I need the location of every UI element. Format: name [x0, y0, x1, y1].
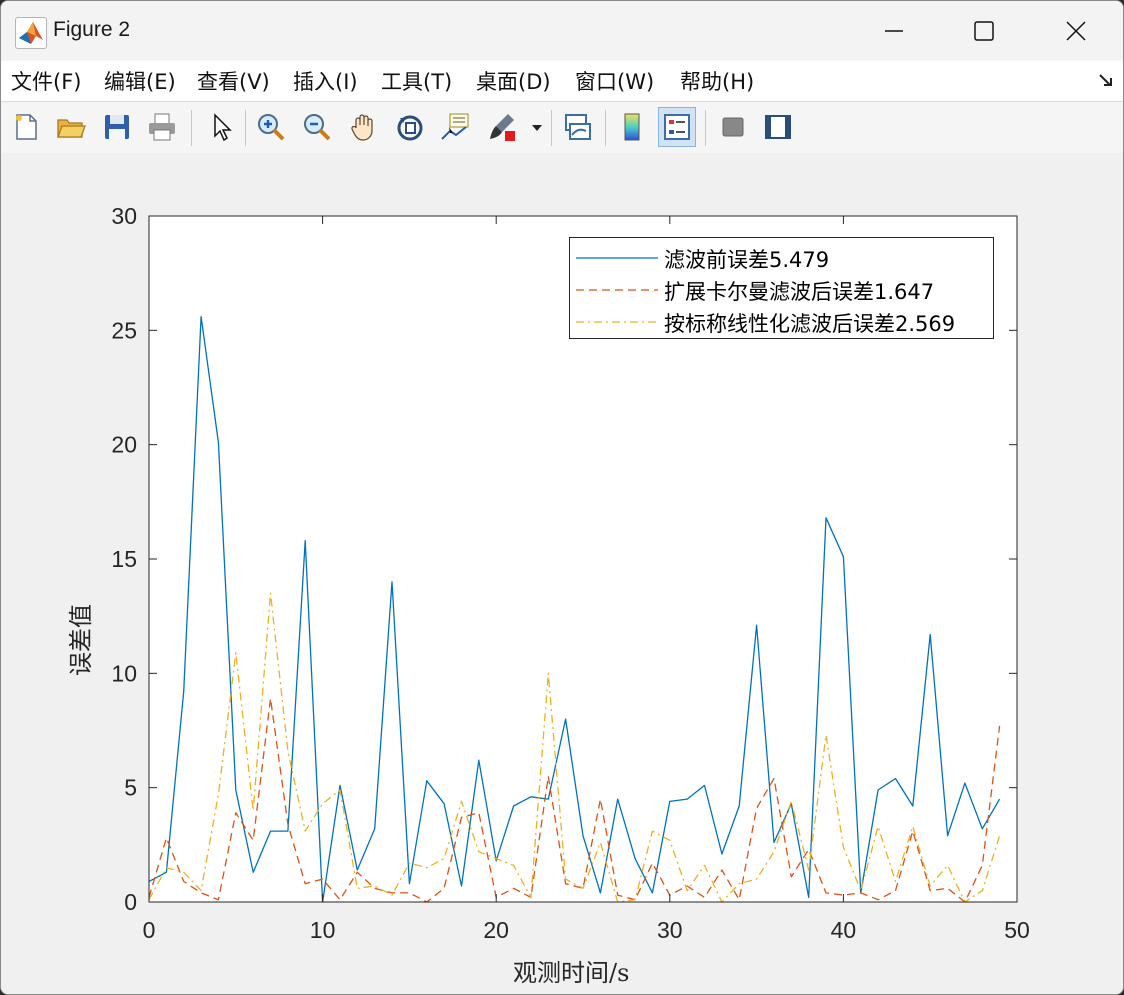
zoom-out-icon: [304, 114, 331, 141]
edit-plot-button[interactable]: [201, 107, 239, 147]
legend-line-dashdot: [576, 321, 658, 323]
data-cursor-icon: [441, 113, 469, 140]
toolbar-separator: [605, 110, 606, 146]
minimize-button[interactable]: [849, 1, 939, 61]
menu-help[interactable]: 帮助(H): [680, 66, 754, 96]
legend-line-solid: [576, 257, 658, 259]
zoom-in-button[interactable]: [252, 107, 290, 147]
x-tick-label: 20: [483, 917, 509, 943]
new-figure-icon: [16, 114, 37, 140]
pan-button[interactable]: [345, 107, 383, 147]
legend-entry: 滤波前误差5.479: [570, 242, 993, 274]
menu-view[interactable]: 查看(V): [197, 66, 270, 96]
close-icon: [1066, 21, 1086, 41]
toolbar-separator: [705, 110, 706, 146]
legend-label: 扩展卡尔曼滤波后误差1.647: [664, 280, 935, 304]
x-tick-label: 50: [1004, 917, 1030, 943]
matlab-icon: [15, 17, 47, 49]
y-tick-label: 10: [111, 660, 137, 686]
legend-entry: 按标称线性化滤波后误差2.569: [570, 306, 993, 338]
print-icon: [149, 113, 175, 141]
close-button[interactable]: [1031, 1, 1121, 61]
toolbar-separator: [245, 110, 246, 146]
figure-canvas: 0 10 20 30 40 50 0 5 10 15 20 25 30 滤波前误差5.479 扩展卡尔曼…: [1, 153, 1123, 994]
new-figure-button[interactable]: [7, 107, 45, 147]
legend[interactable]: 滤波前误差5.479 扩展卡尔曼滤波后误差1.647 按标称线性化滤波后误差2.…: [569, 237, 994, 339]
y-tick-label: 20: [111, 432, 137, 458]
zoom-in-icon: [258, 114, 285, 141]
dropdown-arrow-icon: [532, 125, 542, 131]
toolbar-separator: [191, 110, 192, 146]
print-button[interactable]: [143, 107, 181, 147]
data-cursor-button[interactable]: [437, 107, 475, 147]
pointer-icon: [214, 113, 232, 142]
x-tick-label: 40: [831, 917, 857, 943]
menu-tools[interactable]: 工具(T): [381, 66, 452, 96]
menu-file[interactable]: 文件(F): [11, 66, 81, 96]
save-icon: [105, 115, 129, 139]
show-plot-tools-icon: [765, 115, 791, 139]
hide-plot-tools-button[interactable]: [714, 107, 752, 147]
maximize-icon: [974, 21, 994, 41]
legend-label: 按标称线性化滤波后误差2.569: [664, 312, 956, 336]
brush-icon: [490, 114, 515, 141]
brush-button[interactable]: [483, 107, 521, 147]
menu-desktop[interactable]: 桌面(D): [476, 66, 551, 96]
dock-arrow-icon[interactable]: [1097, 71, 1115, 89]
y-tick-label: 30: [111, 203, 137, 229]
y-tick-label: 15: [111, 546, 137, 572]
x-tick-label: 10: [310, 917, 336, 943]
link-plot-button[interactable]: [559, 107, 597, 147]
link-plot-icon: [565, 114, 591, 140]
rotate-3d-icon: [397, 115, 423, 141]
menu-bar: 文件(F) 编辑(E) 查看(V) 插入(I) 工具(T) 桌面(D) 窗口(W…: [1, 61, 1123, 101]
toolbar-separator: [551, 110, 552, 146]
pan-hand-icon: [351, 114, 373, 141]
colorbar-button[interactable]: [613, 107, 651, 147]
legend-button[interactable]: [658, 107, 696, 147]
menu-window[interactable]: 窗口(W): [575, 66, 654, 96]
colorbar-icon: [624, 113, 640, 141]
title-bar: Figure 2: [1, 1, 1123, 61]
menu-edit[interactable]: 编辑(E): [104, 66, 176, 96]
brush-dropdown-button[interactable]: [527, 107, 547, 147]
show-plot-tools-button[interactable]: [759, 107, 797, 147]
zoom-out-button[interactable]: [298, 107, 336, 147]
x-axis-label: 观测时间/s: [513, 959, 630, 987]
figure-toolbar: [1, 101, 1123, 154]
y-tick-label: 25: [111, 317, 137, 343]
open-file-button[interactable]: [52, 107, 90, 147]
save-button[interactable]: [98, 107, 136, 147]
x-tick-label: 0: [143, 917, 156, 943]
maximize-button[interactable]: [939, 1, 1029, 61]
menu-insert[interactable]: 插入(I): [293, 66, 358, 96]
hide-plot-tools-icon: [722, 117, 744, 137]
x-tick-label: 30: [657, 917, 683, 943]
legend-line-dashed: [576, 289, 658, 291]
y-tick-label: 5: [124, 775, 137, 801]
legend-label: 滤波前误差5.479: [664, 248, 830, 272]
y-tick-label: 0: [124, 889, 137, 915]
open-folder-icon: [57, 119, 86, 138]
legend-icon: [664, 114, 690, 140]
window-title: Figure 2: [53, 18, 131, 41]
figure-window: Figure 2 文件(F) 编辑(E) 查看(V) 插入(I) 工具(T) 桌…: [0, 0, 1124, 995]
minimize-icon: [885, 30, 903, 32]
y-axis-label: 误差值: [67, 604, 95, 676]
legend-entry: 扩展卡尔曼滤波后误差1.647: [570, 274, 993, 306]
rotate-button[interactable]: [391, 107, 429, 147]
